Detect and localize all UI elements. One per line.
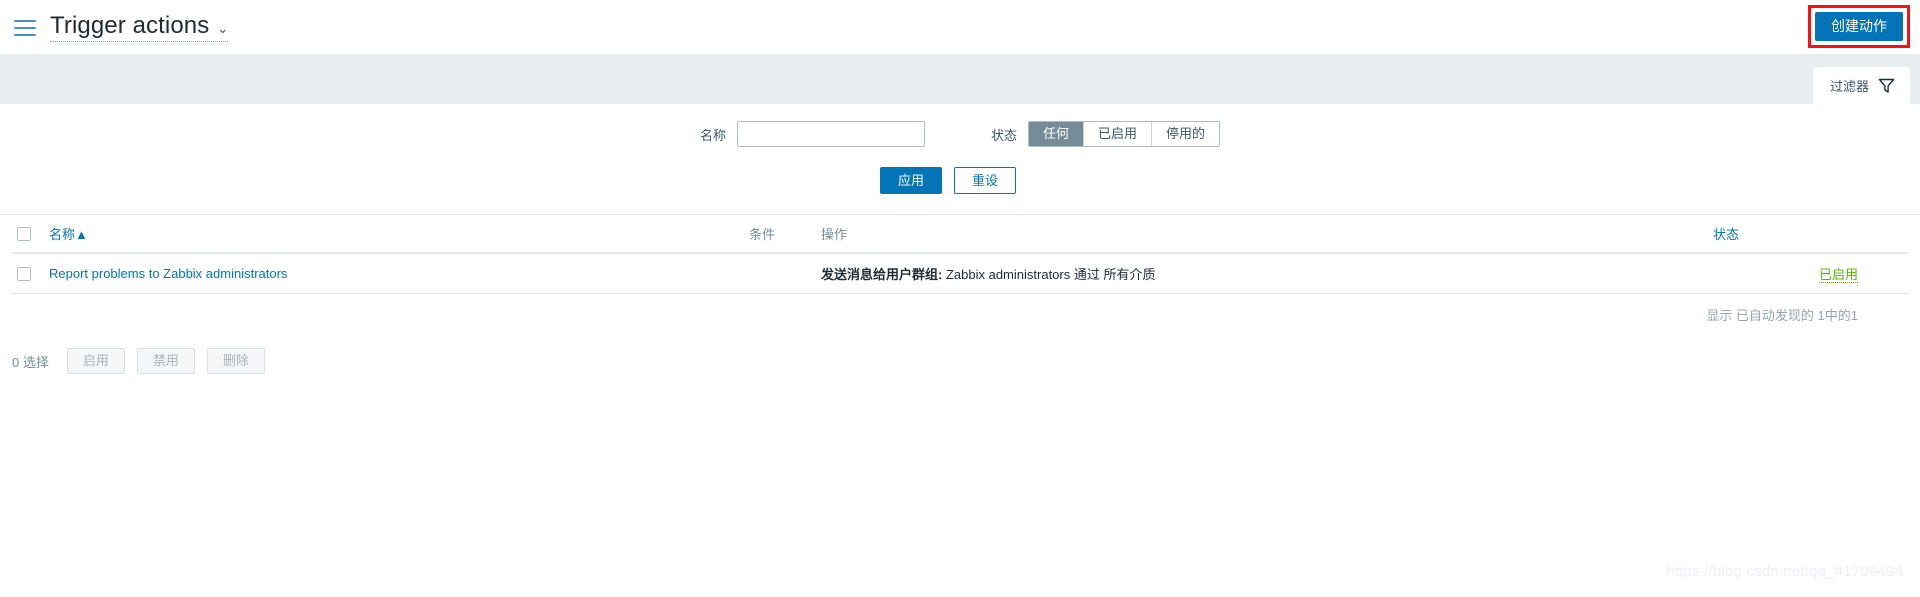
row-name-cell: Report problems to Zabbix administrators	[44, 253, 744, 294]
column-header-conditions: 条件	[744, 215, 816, 254]
sort-ascending-icon: ▲	[75, 227, 88, 242]
operation-value: Zabbix administrators 通过 所有介质	[945, 267, 1156, 282]
filter-reset-button[interactable]: 重设	[954, 167, 1017, 194]
filter-apply-button[interactable]: 应用	[879, 167, 942, 194]
select-all-header	[12, 215, 44, 254]
filter-tabstrip: 过滤器	[0, 54, 1920, 104]
sort-by-status-link[interactable]: 状态	[1713, 227, 1739, 242]
filter-status-option-disabled[interactable]: 停用的	[1151, 122, 1220, 146]
row-conditions-cell	[744, 253, 816, 294]
chevron-down-icon: ⌄	[217, 21, 229, 36]
filter-status-field: 状态 任何 已启用 停用的	[990, 121, 1221, 147]
table-row: Report problems to Zabbix administrators…	[12, 253, 1908, 294]
page-title-text: Trigger actions	[50, 12, 210, 39]
bulk-enable-button[interactable]: 启用	[66, 348, 125, 374]
filter-status-label: 状态	[990, 127, 1017, 143]
table-footer-count: 显示 已自动发现的 1中的1	[1706, 308, 1858, 323]
filter-name-field: 名称	[700, 121, 925, 147]
column-header-name: 名称▲	[44, 215, 744, 254]
select-all-checkbox[interactable]	[17, 227, 31, 242]
bulk-disable-button[interactable]: 禁用	[136, 348, 195, 374]
row-checkbox[interactable]	[17, 267, 31, 282]
filter-status-option-enabled[interactable]: 已启用	[1083, 122, 1152, 146]
sort-by-name-link[interactable]: 名称▲	[49, 227, 88, 242]
page-root: Trigger actions ⌄ 创建动作 过滤器 名称 状态 任何 已启用 …	[0, 0, 1920, 597]
action-name-link[interactable]: Report problems to Zabbix administrators	[49, 266, 287, 281]
actions-table-wrap: 名称▲ 条件 操作 状态 Report problems to Zabbix a…	[0, 215, 1920, 335]
filter-panel: 名称 状态 任何 已启用 停用的 应用 重设	[0, 104, 1920, 215]
bulk-action-bar: 0 选择 启用 禁用 删除	[0, 335, 1920, 374]
row-operations-cell: 发送消息给用户群组: Zabbix administrators 通过 所有介质	[816, 253, 1708, 294]
filter-name-label: 名称	[699, 127, 726, 143]
filter-status-segmented: 任何 已启用 停用的	[1027, 121, 1221, 147]
table-header-row: 名称▲ 条件 操作 状态	[12, 215, 1908, 254]
filter-status-option-any[interactable]: 任何	[1028, 122, 1083, 146]
app-header: Trigger actions ⌄ 创建动作	[0, 0, 1920, 54]
create-action-annotation: 创建动作	[1808, 5, 1910, 48]
filter-actions: 应用 重设	[0, 147, 1920, 214]
actions-table: 名称▲ 条件 操作 状态 Report problems to Zabbix a…	[12, 215, 1908, 294]
bulk-delete-button[interactable]: 删除	[206, 348, 265, 374]
filter-tab-label: 过滤器	[1829, 79, 1869, 94]
filter-tab[interactable]: 过滤器	[1812, 67, 1910, 104]
hamburger-icon[interactable]	[14, 19, 36, 36]
column-header-name-label: 名称	[49, 227, 76, 242]
row-select-cell	[12, 253, 44, 294]
status-badge[interactable]: 已启用	[1818, 267, 1858, 283]
filter-fields-row: 名称 状态 任何 已启用 停用的	[0, 121, 1920, 147]
create-action-button[interactable]: 创建动作	[1815, 12, 1903, 41]
column-header-operations: 操作	[816, 215, 1708, 254]
page-title[interactable]: Trigger actions ⌄	[50, 12, 229, 42]
selected-count-label: 0 选择	[12, 354, 49, 370]
operation-label: 发送消息给用户群组:	[821, 267, 943, 282]
funnel-icon	[1878, 78, 1895, 93]
column-header-status: 状态	[1708, 215, 1908, 254]
filter-name-input[interactable]	[736, 121, 925, 147]
row-status-cell: 已启用	[1708, 253, 1908, 294]
watermark: https://blog.csdn.net/qq_41709494	[1666, 563, 1903, 580]
